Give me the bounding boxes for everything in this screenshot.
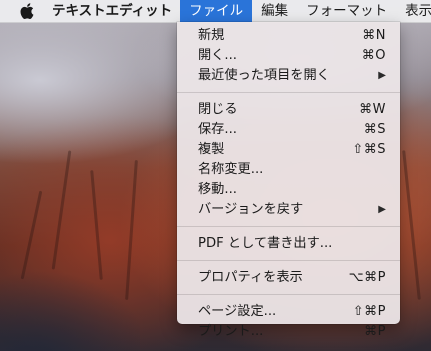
submenu-arrow-icon: ▶ <box>378 204 386 215</box>
menu-item-label: プリント... <box>198 324 264 339</box>
menu-item-label: 閉じる <box>198 102 238 117</box>
menu-item-label: プロパティを表示 <box>198 270 303 285</box>
menu-separator <box>177 294 400 295</box>
menu-edit[interactable]: 編集 <box>252 0 297 22</box>
menu-item-duplicate[interactable]: 複製 ⇧⌘S <box>177 140 400 160</box>
menu-item-move[interactable]: 移動... <box>177 180 400 200</box>
menu-item-shortcut: ⇧⌘P <box>352 304 386 319</box>
menu-item-save[interactable]: 保存... ⌘S <box>177 120 400 140</box>
menu-item-new[interactable]: 新規 ⌘N <box>177 26 400 46</box>
menu-item-print[interactable]: プリント... ⌘P <box>177 322 400 342</box>
menu-item-shortcut: ⇧⌘S <box>352 142 386 157</box>
file-menu-dropdown: 新規 ⌘N 開く... ⌘O 最近使った項目を開く ▶ 閉じる ⌘W 保存...… <box>177 22 400 339</box>
menu-item-shortcut: ⌥⌘P <box>348 270 386 285</box>
menu-item-close[interactable]: 閉じる ⌘W <box>177 100 400 120</box>
menu-separator <box>177 92 400 93</box>
menu-item-shortcut: ⌘N <box>362 28 386 43</box>
menu-item-label: 最近使った項目を開く <box>198 68 330 83</box>
menu-bar: テキストエディット ファイル 編集 フォーマット 表示 <box>0 0 431 23</box>
menu-item-label: 開く... <box>198 48 237 63</box>
apple-icon[interactable] <box>20 3 34 19</box>
menu-item-label: PDF として書き出す... <box>198 236 333 251</box>
menu-item-shortcut: ⌘W <box>359 102 386 117</box>
menu-item-export-pdf[interactable]: PDF として書き出す... <box>177 234 400 254</box>
menu-item-shortcut: ⌘P <box>364 324 386 339</box>
menu-item-rename[interactable]: 名称変更... <box>177 160 400 180</box>
menu-item-label: 移動... <box>198 182 237 197</box>
menu-item-shortcut: ⌘S <box>363 122 386 137</box>
apple-logo-icon <box>20 3 34 19</box>
menu-item-label: バージョンを戻す <box>198 202 304 217</box>
menu-item-open[interactable]: 開く... ⌘O <box>177 46 400 66</box>
menu-item-page-setup[interactable]: ページ設定... ⇧⌘P <box>177 302 400 322</box>
submenu-arrow-icon: ▶ <box>378 70 386 81</box>
menu-item-label: 名称変更... <box>198 162 264 177</box>
menu-item-open-recent[interactable]: 最近使った項目を開く ▶ <box>177 66 400 86</box>
menu-app-name[interactable]: テキストエディット <box>48 0 180 22</box>
menu-item-shortcut: ⌘O <box>361 48 386 63</box>
menu-item-label: ページ設定... <box>198 304 277 319</box>
menu-file[interactable]: ファイル <box>180 0 253 22</box>
menu-view[interactable]: 表示 <box>396 0 431 22</box>
menu-item-label: 保存... <box>198 122 237 137</box>
menu-item-label: 複製 <box>198 142 225 157</box>
menu-format[interactable]: フォーマット <box>297 0 396 22</box>
menu-separator <box>177 226 400 227</box>
menu-separator <box>177 260 400 261</box>
menu-item-show-properties[interactable]: プロパティを表示 ⌥⌘P <box>177 268 400 288</box>
menu-item-label: 新規 <box>198 28 225 43</box>
menu-item-revert[interactable]: バージョンを戻す ▶ <box>177 200 400 220</box>
